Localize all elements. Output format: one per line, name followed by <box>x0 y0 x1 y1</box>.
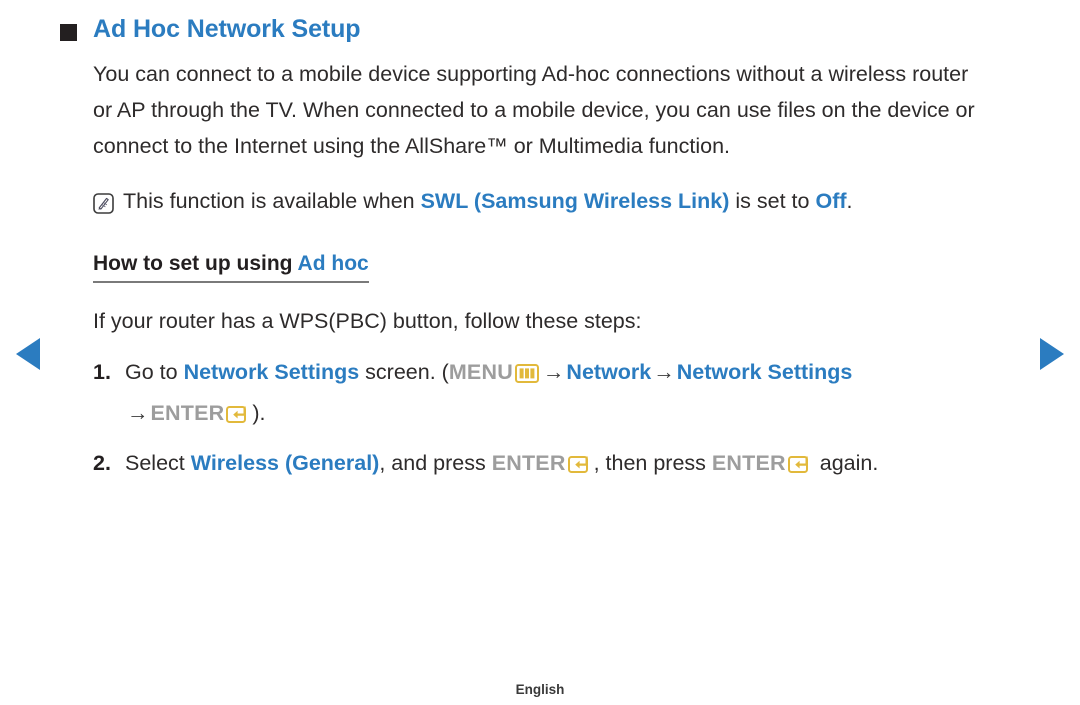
note-text-after: . <box>846 189 853 213</box>
note-highlight-off: Off <box>815 189 847 213</box>
footer-language-label: English <box>515 682 565 697</box>
enter-icon <box>226 399 250 436</box>
step1-arrow3: → <box>127 401 149 425</box>
section-heading: How to set up using Ad hoc <box>93 250 369 283</box>
manual-page: Ad Hoc Network Setup You can connect to … <box>0 0 1080 705</box>
step1-seg3: screen. ( <box>359 360 449 384</box>
note-text-before: This function is available when <box>123 189 421 213</box>
step1-network: Network <box>566 360 652 384</box>
title-row: Ad Hoc Network Setup <box>60 14 1030 44</box>
step1-arrow2: → <box>653 360 675 384</box>
step-text: Select Wireless (General), and press ENT… <box>125 445 1030 486</box>
step1-enter-label: ENTER <box>150 401 225 425</box>
page-title: Ad Hoc Network Setup <box>93 15 361 43</box>
note-highlight-swl: SWL (Samsung Wireless Link) <box>420 189 730 213</box>
section-lead: If your router has a WPS(PBC) button, fo… <box>93 309 642 333</box>
section-heading-plain: How to set up using <box>93 252 298 275</box>
note-line: This function is available when SWL (Sam… <box>93 184 1030 224</box>
prev-page-arrow-icon[interactable] <box>16 338 40 370</box>
list-item: 1. Go to Network Settings screen. (MENU →… <box>93 354 1030 436</box>
step-number: 2. <box>93 451 111 475</box>
body-column: You can connect to a mobile device suppo… <box>93 56 1030 486</box>
step2-wireless-general: Wireless (General) <box>190 451 380 475</box>
step2-seg1: Select <box>125 451 191 475</box>
step1-menu-label: MENU <box>448 360 513 384</box>
step2-enter-label-1: ENTER <box>491 451 566 475</box>
step2-enter-label-2: ENTER <box>711 451 786 475</box>
note-text: This function is available when SWL (Sam… <box>123 184 853 218</box>
step2-seg7: again. <box>813 451 879 475</box>
step1-seg11: ). <box>252 401 266 425</box>
step1-network-settings: Network Settings <box>183 360 360 384</box>
section-heading-accent: Ad hoc <box>297 252 369 275</box>
enter-icon <box>787 449 812 486</box>
menu-icon <box>514 358 539 395</box>
note-icon <box>93 190 114 224</box>
step-number: 1. <box>93 360 111 384</box>
step-text: Go to Network Settings screen. (MENU →Net… <box>125 354 1030 436</box>
step2-seg3: , and press <box>379 451 492 475</box>
step1-arrow1: → <box>542 360 565 384</box>
step1-network-settings-2: Network Settings <box>676 360 853 384</box>
note-text-middle: is set to <box>729 189 816 213</box>
enter-icon <box>567 449 592 486</box>
bullet-square-icon <box>60 24 77 41</box>
next-page-arrow-icon[interactable] <box>1040 338 1064 370</box>
intro-paragraph: You can connect to a mobile device suppo… <box>93 62 975 158</box>
step2-seg5: , then press <box>593 451 712 475</box>
list-item: 2. Select Wireless (General), and press … <box>93 445 1030 486</box>
content-column: Ad Hoc Network Setup You can connect to … <box>60 14 1030 502</box>
step1-seg1: Go to <box>125 360 184 384</box>
steps-list: 1. Go to Network Settings screen. (MENU →… <box>93 354 1030 486</box>
